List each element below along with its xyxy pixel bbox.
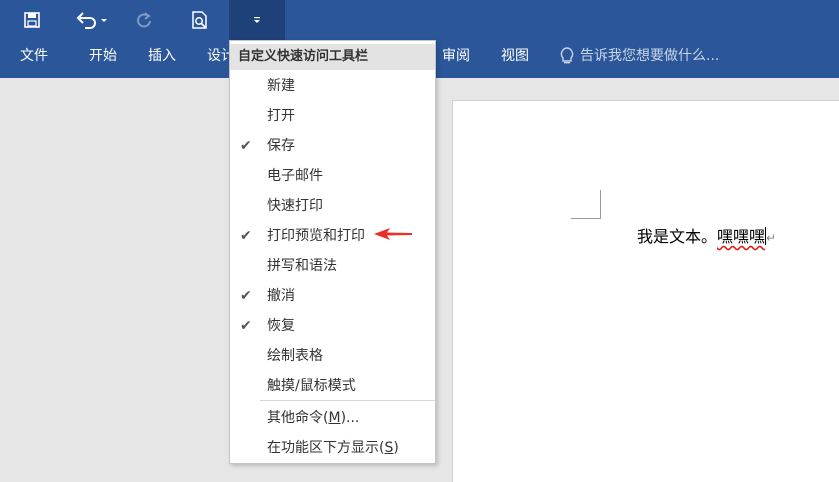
undo-button[interactable] — [70, 0, 114, 40]
customize-qat-button[interactable] — [229, 0, 285, 40]
lightbulb-icon — [560, 47, 574, 64]
menu-item-label: 拼写和语法 — [267, 258, 337, 274]
menu-item-open[interactable]: 打开 — [230, 101, 435, 131]
menu-item-more-commands[interactable]: 其他命令(M)... — [230, 403, 435, 433]
menu-item-label: 在功能区下方显示(S) — [267, 440, 399, 456]
save-icon — [24, 12, 40, 28]
menu-item-label: 保存 — [267, 138, 295, 154]
checkmark-icon: ✔ — [240, 138, 252, 154]
customize-qat-icon — [254, 17, 260, 23]
title-bar — [0, 0, 839, 40]
redo-button[interactable] — [131, 0, 157, 40]
menu-item-label: 其他命令(M)... — [267, 410, 360, 426]
menu-item-new[interactable]: 新建 — [230, 71, 435, 101]
checkmark-icon: ✔ — [240, 228, 252, 244]
menu-item-label: 打开 — [267, 108, 295, 124]
save-button[interactable] — [18, 0, 46, 40]
menu-item-label: 触摸/鼠标模式 — [267, 378, 356, 394]
menu-item-email[interactable]: 电子邮件 — [230, 161, 435, 191]
checkmark-icon: ✔ — [240, 318, 252, 334]
menu-item-label: 打印预览和打印 — [267, 228, 365, 244]
menu-separator — [260, 400, 435, 401]
print-preview-button[interactable] — [186, 0, 214, 40]
tab-review[interactable]: 审阅 — [442, 40, 470, 72]
menu-header: 自定义快速访问工具栏 — [230, 44, 435, 70]
undo-icon — [76, 12, 107, 29]
redo-icon — [137, 12, 151, 28]
checkmark-icon: ✔ — [240, 288, 252, 304]
tell-me-placeholder: 告诉我您想要做什么... — [580, 48, 720, 64]
menu-item-save[interactable]: ✔ 保存 — [230, 131, 435, 161]
menu-item-redo[interactable]: ✔ 恢复 — [230, 311, 435, 341]
document-page[interactable] — [452, 100, 839, 482]
menu-item-label: 恢复 — [267, 318, 295, 334]
menu-item-label: 撤消 — [267, 288, 295, 304]
tab-insert[interactable]: 插入 — [148, 40, 176, 72]
customize-qat-menu: 自定义快速访问工具栏 新建 打开 ✔ 保存 电子邮件 快速打印 ✔ 打印预览和打… — [229, 40, 436, 464]
tab-home[interactable]: 开始 — [89, 40, 117, 72]
menu-item-label: 新建 — [267, 78, 295, 94]
menu-item-draw-table[interactable]: 绘制表格 — [230, 341, 435, 371]
document-text-main: 我是文本。 — [637, 227, 718, 246]
tab-view[interactable]: 视图 — [501, 40, 529, 72]
misspelled-word[interactable]: 嘿嘿嘿 — [717, 227, 765, 246]
menu-item-touch-mode[interactable]: 触摸/鼠标模式 — [230, 371, 435, 401]
menu-item-label: 快速打印 — [267, 198, 323, 214]
menu-item-quick-print[interactable]: 快速打印 — [230, 191, 435, 221]
tab-file[interactable]: 文件 — [20, 40, 48, 72]
print-preview-icon — [192, 11, 207, 29]
menu-item-spelling[interactable]: 拼写和语法 — [230, 251, 435, 281]
margin-corner-mark — [571, 190, 601, 219]
menu-item-undo[interactable]: ✔ 撤消 — [230, 281, 435, 311]
document-text[interactable]: 我是文本。嘿嘿嘿↵ — [637, 223, 776, 247]
paragraph-mark-icon: ↵ — [766, 231, 777, 245]
menu-item-show-below-ribbon[interactable]: 在功能区下方显示(S) — [230, 433, 435, 463]
menu-item-label: 绘制表格 — [267, 348, 323, 364]
menu-item-label: 电子邮件 — [267, 168, 323, 184]
tell-me-box[interactable]: 告诉我您想要做什么... — [560, 40, 719, 72]
red-arrow-icon — [374, 228, 412, 240]
